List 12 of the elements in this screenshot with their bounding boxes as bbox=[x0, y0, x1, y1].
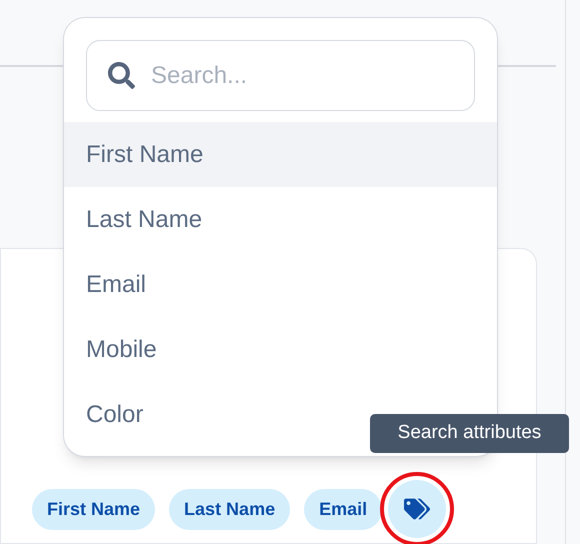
tags-icon bbox=[404, 498, 430, 520]
menu-item[interactable]: Email bbox=[64, 252, 497, 317]
menu-item[interactable]: Mobile bbox=[64, 317, 497, 382]
tooltip: Search attributes bbox=[370, 414, 569, 453]
attribute-chip[interactable]: Email bbox=[304, 488, 382, 530]
menu-item[interactable]: First Name bbox=[64, 122, 497, 187]
search-field[interactable]: Search... bbox=[86, 40, 475, 111]
attribute-chip[interactable]: Last Name bbox=[169, 488, 290, 530]
tag-button[interactable] bbox=[388, 480, 446, 538]
attribute-chip[interactable]: First Name bbox=[32, 488, 156, 530]
search-icon bbox=[108, 62, 135, 89]
menu-item[interactable]: Last Name bbox=[64, 187, 497, 252]
